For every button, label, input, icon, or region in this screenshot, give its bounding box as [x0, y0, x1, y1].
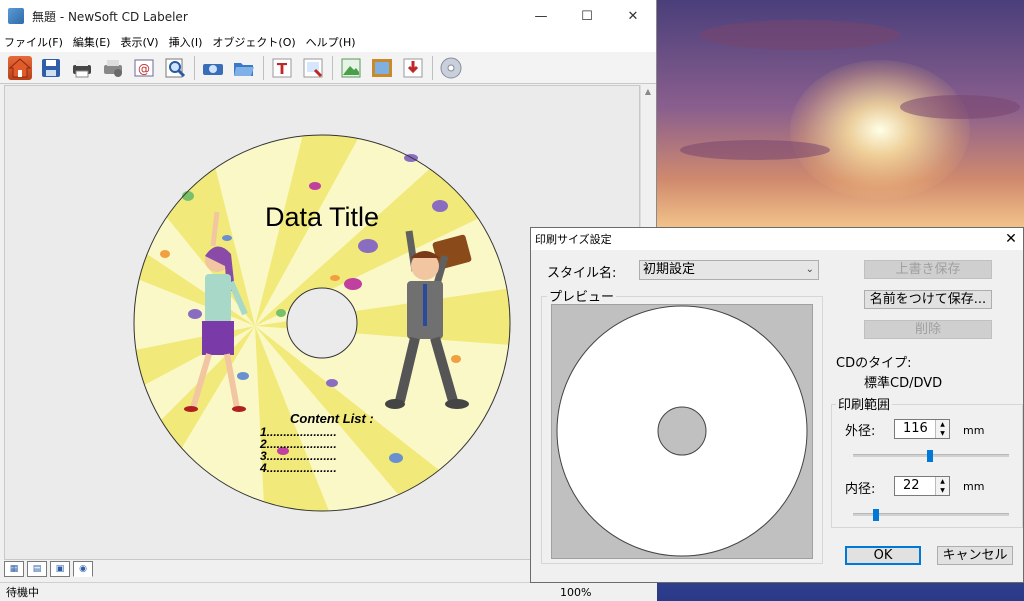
cd-icon[interactable]: [439, 56, 463, 80]
svg-text:@: @: [138, 62, 150, 76]
zoom-level: 100%: [560, 585, 592, 599]
inner-diameter-input[interactable]: 22 ▲ ▼: [894, 476, 950, 496]
desktop-sun: [790, 60, 970, 200]
chevron-down-icon: ⌄: [805, 264, 814, 275]
svg-text:T: T: [277, 60, 288, 78]
spinner-arrows-icon[interactable]: ▲ ▼: [935, 477, 949, 495]
inner-diameter-value: 22: [903, 478, 920, 493]
ok-button[interactable]: OK: [845, 546, 921, 565]
outer-diameter-label: 外径:: [845, 424, 876, 439]
cd-type-value: 標準CD/DVD: [864, 376, 943, 391]
add-image-icon[interactable]: [339, 56, 363, 80]
outer-diameter-input[interactable]: 116 ▲ ▼: [894, 419, 950, 439]
scroll-up-arrow-icon[interactable]: ▲: [641, 87, 655, 96]
outer-diameter-unit: mm: [963, 424, 985, 437]
toolbar-separator: [263, 55, 264, 80]
menu-object[interactable]: オブジェクト(O): [212, 34, 295, 50]
inner-diameter-unit: mm: [963, 480, 985, 493]
menu-bar: ファイル(F) 編集(E) 表示(V) 挿入(I) オブジェクト(O) ヘルプ(…: [0, 32, 656, 52]
dialog-close-button[interactable]: ✕: [999, 231, 1023, 247]
style-name-select[interactable]: 初期設定 ⌄: [639, 260, 819, 280]
print-setup-icon[interactable]: [101, 56, 125, 80]
slider-thumb[interactable]: [873, 509, 879, 521]
print-range-label: 印刷範囲: [836, 394, 893, 413]
save-as-button[interactable]: 名前をつけて保存...: [864, 290, 992, 309]
text-icon[interactable]: T: [270, 56, 294, 80]
preview-label: プレビュー: [547, 286, 617, 305]
frame-icon[interactable]: [370, 56, 394, 80]
label-title[interactable]: Data Title: [265, 202, 379, 232]
inner-diameter-label: 内径:: [845, 482, 876, 497]
status-bar: 待機中 100%: [0, 582, 657, 601]
grid-view-icon[interactable]: ▦: [4, 561, 24, 577]
import-icon[interactable]: [401, 56, 425, 80]
open-folder-icon[interactable]: [232, 56, 256, 80]
save-icon[interactable]: [39, 56, 63, 80]
menu-help[interactable]: ヘルプ(H): [306, 34, 356, 50]
list-view-icon[interactable]: ▤: [27, 561, 47, 577]
delete-button[interactable]: 削除: [864, 320, 992, 339]
slider-thumb[interactable]: [927, 450, 933, 462]
menu-file[interactable]: ファイル(F): [4, 34, 63, 50]
toolbar-separator: [432, 55, 433, 80]
content-list-heading[interactable]: Content List :: [290, 411, 374, 426]
zoom-icon[interactable]: [163, 56, 187, 80]
style-name-label: スタイル名:: [547, 266, 617, 281]
content-line-4[interactable]: 4.....................: [259, 461, 337, 475]
desktop-cloud: [680, 140, 830, 160]
menu-edit[interactable]: 編集(E): [73, 34, 111, 50]
disc-preview: [551, 304, 813, 559]
outer-diameter-slider[interactable]: [853, 450, 1009, 462]
disc-hole: [286, 287, 358, 359]
dialog-title-bar[interactable]: 印刷サイズ設定 ✕: [531, 228, 1023, 250]
disc-view-icon[interactable]: ◉: [73, 561, 93, 577]
cancel-button[interactable]: キャンセル: [937, 546, 1013, 565]
window-title: 無題 - NewSoft CD Labeler: [32, 9, 188, 24]
inner-diameter-slider[interactable]: [853, 509, 1009, 521]
preview-inner-circle: [657, 406, 707, 456]
style-name-value: 初期設定: [643, 262, 696, 277]
view-tabs: ▦ ▤ ▣ ◉: [4, 561, 96, 579]
insert-image-icon[interactable]: [301, 56, 325, 80]
dialog-title: 印刷サイズ設定: [535, 233, 612, 246]
desktop-cloud: [700, 20, 900, 50]
title-bar[interactable]: 無題 - NewSoft CD Labeler — ☐ ✕: [0, 0, 656, 32]
spinner-arrows-icon[interactable]: ▲ ▼: [935, 420, 949, 438]
minimize-button[interactable]: —: [518, 9, 564, 24]
print-icon[interactable]: [70, 56, 94, 80]
maximize-button[interactable]: ☐: [564, 9, 610, 24]
scan-icon[interactable]: [201, 56, 225, 80]
app-icon: [8, 8, 24, 24]
cd-type-label: CDのタイプ:: [836, 356, 912, 371]
close-button[interactable]: ✕: [610, 9, 656, 24]
menu-insert[interactable]: 挿入(I): [169, 34, 203, 50]
desktop-cloud: [900, 95, 1020, 119]
toolbar: @ T: [0, 52, 656, 84]
print-size-dialog: 印刷サイズ設定 ✕ スタイル名: 初期設定 ⌄ プレビュー 上書き保存 名前をつ…: [530, 227, 1024, 583]
home-icon[interactable]: [8, 55, 32, 80]
page-view-icon[interactable]: ▣: [50, 561, 70, 577]
outer-diameter-value: 116: [903, 421, 928, 436]
status-text: 待機中: [6, 586, 39, 599]
email-icon[interactable]: @: [132, 56, 156, 80]
overwrite-save-button[interactable]: 上書き保存: [864, 260, 992, 279]
toolbar-separator: [332, 55, 333, 80]
toolbar-separator: [194, 55, 195, 80]
menu-view[interactable]: 表示(V): [120, 34, 158, 50]
